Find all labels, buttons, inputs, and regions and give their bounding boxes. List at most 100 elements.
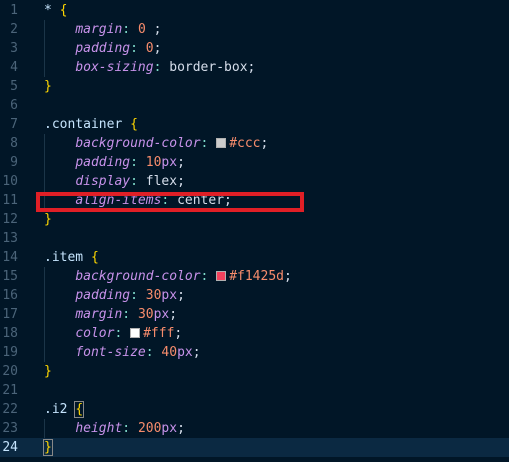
code-line[interactable]: 7 .container { [0,115,509,134]
code-token: : [153,60,170,75]
highlight-box [36,192,304,212]
line-number: 20 [2,364,18,379]
code-line[interactable]: 24} [0,438,509,457]
code-line[interactable]: 10 display: flex; [0,172,509,191]
code-token: margin [75,22,123,37]
line-code: height: 200px; [44,419,185,438]
code-token: : [114,326,131,341]
code-line[interactable]: 18 color: #fff; [0,324,509,343]
code-line[interactable]: 17 margin: 30px; [0,305,509,324]
line-code: } [44,210,52,229]
code-token: padding [75,41,131,56]
code-line[interactable]: 19 font-size: 40px; [0,343,509,362]
line-code: } [44,362,52,381]
code-token: ; [177,155,185,170]
line-number: 12 [2,212,18,227]
code-line[interactable]: 23 height: 200px; [0,419,509,438]
code-token: font-size [75,345,146,360]
line-code: background-color: #f1425d; [44,267,292,286]
code-token: 30 [137,307,154,322]
code-token: ; [169,307,178,322]
code-token: 0 [145,41,154,56]
line-number: 3 [10,41,18,56]
line-code: padding: 30px; [44,286,185,305]
code-token: } [44,364,52,379]
code-token: 10 [145,155,162,170]
code-token: ; [247,60,256,75]
code-line[interactable]: 9 padding: 10px; [0,153,509,172]
code-token: : [130,41,146,56]
line-number: 22 [2,402,18,417]
code-line[interactable]: 20} [0,362,509,381]
line-number: 4 [10,60,18,75]
code-token: 30 [145,288,162,303]
line-number: 6 [10,98,18,113]
code-line[interactable]: 12} [0,210,509,229]
line-code: box-sizing: border-box; [44,58,255,77]
code-line[interactable]: 21 [0,381,509,400]
line-code: * { [44,1,67,20]
code-line[interactable]: 14 .item { [0,248,509,267]
code-token: #ccc [229,136,261,151]
line-number: 5 [10,79,18,94]
code-token: border-box [169,60,248,75]
code-line[interactable]: 4 box-sizing: border-box; [0,58,509,77]
code-token: : [122,22,138,37]
code-token: } [44,79,52,94]
code-token: 0 [137,22,146,37]
code-token: : [145,345,162,360]
code-token: box-sizing [75,60,154,75]
code-line[interactable]: 2 margin: 0 ; [0,20,509,39]
code-token: background-color [75,269,201,284]
code-editor[interactable]: 1 * {2 margin: 0 ; 3 padding: 0; 4 box-sizi… [0,0,509,462]
line-code: margin: 30px; [44,305,177,324]
code-line[interactable]: 8 background-color: #ccc; [0,134,509,153]
line-code: .container { [44,115,138,134]
line-number: 2 [10,22,18,37]
code-line[interactable]: 15 background-color: #f1425d; [0,267,509,286]
code-line[interactable]: 22 .i2 { [0,400,509,419]
code-line[interactable]: 1 * { [0,1,509,20]
line-number: 16 [2,288,18,303]
line-code: background-color: #ccc; [44,134,268,153]
code-token: ; [192,345,201,360]
code-token: 200 [137,421,162,436]
code-token: ; [284,269,292,284]
line-code: padding: 0; [44,39,161,58]
code-token: color [75,326,115,341]
line-code: } [43,438,53,457]
code-token: ; [177,421,185,436]
code-token: : [122,421,138,436]
code-token: #f1425d [229,269,284,284]
code-token: .container [44,117,131,132]
code-line[interactable]: 13 [0,229,509,248]
code-token: : [130,174,146,189]
code-token: ; [153,41,162,56]
code-line[interactable]: 6 [0,96,509,115]
code-token: * [44,3,60,18]
line-code: .i2 { [44,400,85,419]
code-line[interactable]: 3 padding: 0; [0,39,509,58]
code-line[interactable]: 16 padding: 30px; [0,286,509,305]
code-token: height [75,421,123,436]
code-token: : [200,269,217,284]
code-token: : [130,155,146,170]
code-token: display [75,174,131,189]
color-swatch-icon[interactable] [130,328,141,338]
color-swatch-icon[interactable] [216,271,227,281]
line-number: 24 [2,440,18,455]
code-token: { [74,401,85,418]
color-swatch-icon[interactable] [216,138,227,148]
code-token: { [59,3,68,18]
line-code: color: #fff; [44,324,182,343]
code-line[interactable]: 5} [0,77,509,96]
code-token: margin [75,307,123,322]
indent-guide [44,419,45,438]
